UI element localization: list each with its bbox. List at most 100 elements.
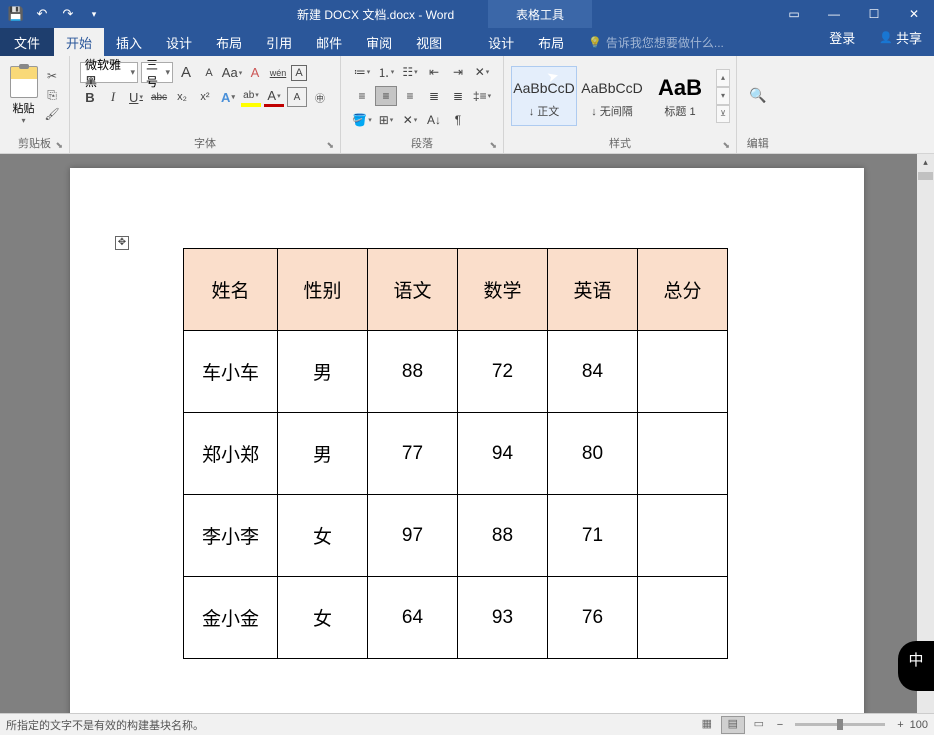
tab-review[interactable]: 审阅 [354,28,404,56]
header-math[interactable]: 数学 [458,249,548,331]
tab-view[interactable]: 视图 [404,28,454,56]
vertical-scrollbar[interactable]: ▴ [917,154,934,713]
italic-button[interactable]: I [103,87,123,107]
style-heading1[interactable]: AaB 标题 1 [647,66,713,126]
strike-button[interactable]: abc [149,87,169,107]
change-case-button[interactable]: Aa [222,63,242,83]
styles-more-icon[interactable]: ⊻ [716,105,730,123]
clipboard-launcher-icon[interactable]: ⬊ [55,140,63,151]
asian-layout-button[interactable]: ✕ [399,110,421,130]
qat-dropdown-icon[interactable]: ▾ [82,2,106,26]
header-name[interactable]: 姓名 [184,249,278,331]
multilevel-button[interactable]: ☷ [399,62,421,82]
borders-button[interactable]: ⊞ [375,110,397,130]
cell[interactable]: 郑小郑 [184,413,278,495]
cell[interactable]: 车小车 [184,331,278,413]
align-center-button[interactable]: ≡ [375,86,397,106]
align-left-button[interactable]: ≡ [351,86,373,106]
show-marks-button[interactable]: ¶ [447,110,469,130]
data-table[interactable]: 姓名 性别 语文 数学 英语 总分 车小车 男 88 72 84 郑小郑 男 7… [183,248,728,659]
login-button[interactable]: 登录 [817,28,867,47]
cut-icon[interactable]: ✂ [43,69,61,85]
cell[interactable]: 女 [278,495,368,577]
text-direction-button[interactable]: ✕ [471,62,493,82]
tab-home[interactable]: 开始 [54,28,104,56]
char-shading-button[interactable]: A [287,87,307,107]
cell[interactable] [638,413,728,495]
style-normal[interactable]: AaBbCcD ↓ 正文 [511,66,577,126]
cell[interactable]: 93 [458,577,548,659]
cell[interactable] [638,495,728,577]
view-web-icon[interactable]: ▭ [747,716,771,734]
tab-table-design[interactable]: 设计 [476,28,526,56]
cell[interactable]: 女 [278,577,368,659]
header-english[interactable]: 英语 [548,249,638,331]
cell[interactable]: 64 [368,577,458,659]
shading-button[interactable]: 🪣 [351,110,373,130]
cell[interactable] [638,577,728,659]
phonetic-button[interactable]: wén [268,63,288,83]
cell[interactable]: 76 [548,577,638,659]
underline-button[interactable]: U [126,87,146,107]
numbering-button[interactable]: ⒈ [375,62,397,82]
enclose-char-button[interactable]: ㊥ [310,87,330,107]
header-chinese[interactable]: 语文 [368,249,458,331]
share-button[interactable]: 共享 [867,28,934,47]
cell[interactable]: 84 [548,331,638,413]
maximize-icon[interactable]: ☐ [854,0,894,28]
cell[interactable]: 71 [548,495,638,577]
font-name-combo[interactable]: 微软雅黑 [80,62,138,83]
superscript-button[interactable]: x² [195,87,215,107]
cell[interactable] [638,331,728,413]
cell[interactable]: 88 [458,495,548,577]
justify-button[interactable]: ≣ [423,86,445,106]
bullets-button[interactable]: ≔ [351,62,373,82]
header-gender[interactable]: 性别 [278,249,368,331]
tab-table-layout[interactable]: 布局 [526,28,576,56]
cell[interactable]: 金小金 [184,577,278,659]
styles-launcher-icon[interactable]: ⬊ [722,140,730,151]
cell[interactable]: 88 [368,331,458,413]
tab-design[interactable]: 设计 [154,28,204,56]
ribbon-options-icon[interactable]: ▭ [774,0,814,28]
scroll-thumb locadquirir[interactable] [918,172,933,180]
clear-format-button[interactable]: A [245,63,265,83]
zoom-slider[interactable] [795,723,885,726]
save-icon[interactable]: 💾 [4,2,28,26]
cell[interactable]: 72 [458,331,548,413]
distribute-button[interactable]: ≣ [447,86,469,106]
paste-button[interactable]: 粘贴 ▾ [8,66,39,125]
redo-icon[interactable]: ↷ [56,2,80,26]
tab-mailings[interactable]: 邮件 [304,28,354,56]
tab-insert[interactable]: 插入 [104,28,154,56]
cell[interactable]: 94 [458,413,548,495]
page[interactable]: ✥ 姓名 性别 语文 数学 英语 总分 车小车 男 88 72 84 郑小郑 男 [70,168,864,713]
tab-references[interactable]: 引用 [254,28,304,56]
decrease-indent-button[interactable]: ⇤ [423,62,445,82]
cell[interactable]: 80 [548,413,638,495]
font-launcher-icon[interactable]: ⬊ [326,140,334,151]
subscript-button[interactable]: x₂ [172,87,192,107]
cell[interactable]: 77 [368,413,458,495]
text-effects-button[interactable]: A [218,87,238,107]
view-read-icon[interactable]: ▦ [695,716,719,734]
format-painter-icon[interactable]: 🖌 [43,107,61,123]
zoom-out-icon[interactable]: − [773,719,787,731]
minimize-icon[interactable]: — [814,0,854,28]
table-move-handle-icon[interactable]: ✥ [115,236,129,250]
sort-button[interactable]: A↓ [423,110,445,130]
find-icon[interactable]: 🔍 [749,85,766,106]
highlight-button[interactable]: ab [241,87,261,107]
zoom-thumb[interactable] [837,719,843,730]
tab-file[interactable]: 文件 [0,28,54,56]
view-print-icon[interactable]: ▤ [721,716,745,734]
font-color-button[interactable]: A [264,87,284,107]
tell-me-search[interactable]: 告诉我您想要做什么... [588,28,724,56]
bold-button[interactable]: B [80,87,100,107]
align-right-button[interactable]: ≡ [399,86,421,106]
grow-font-button[interactable]: A [176,63,196,83]
font-size-combo[interactable]: 三号 [141,62,173,83]
shrink-font-button[interactable]: A [199,63,219,83]
char-border-button[interactable]: A [291,65,307,81]
style-nospacing[interactable]: AaBbCcD ↓ 无间隔 [579,66,645,126]
